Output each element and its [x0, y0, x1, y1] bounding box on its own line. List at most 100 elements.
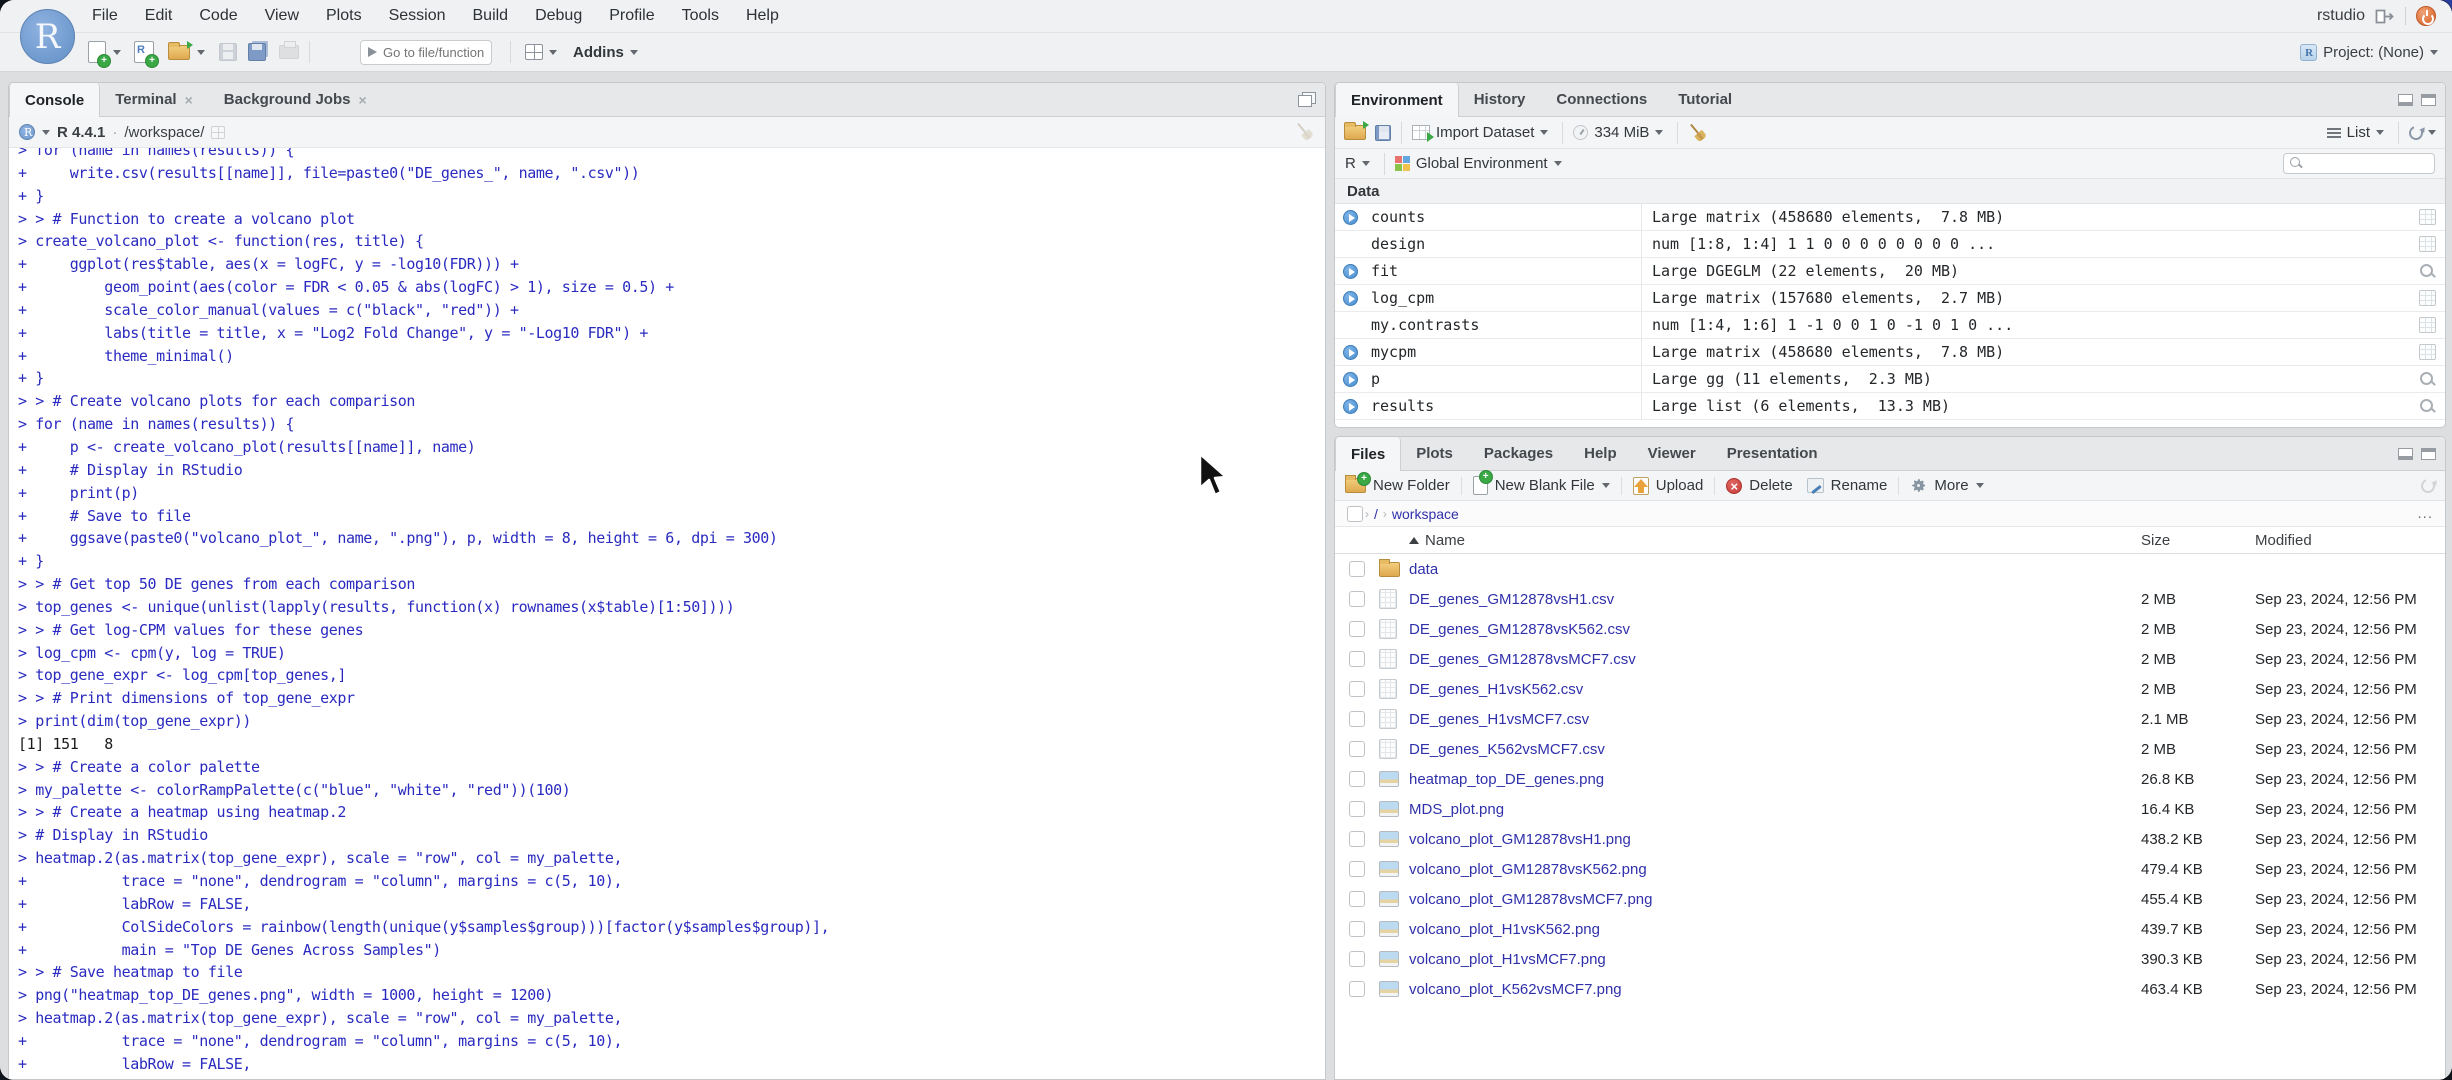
environment-pane-tab[interactable]: Tutorial: [1663, 83, 1748, 116]
file-checkbox[interactable]: [1349, 711, 1365, 727]
expand-object-icon[interactable]: [1342, 209, 1358, 225]
open-file-icon[interactable]: [168, 40, 193, 60]
new-blank-file-button[interactable]: New Blank File: [1472, 470, 1610, 495]
expand-object-icon[interactable]: [1342, 263, 1358, 279]
expand-object-icon[interactable]: [1342, 371, 1358, 387]
file-name-link[interactable]: volcano_plot_GM12878vsK562.png: [1409, 861, 2111, 878]
console-pane-tab[interactable]: Console ×: [9, 83, 101, 117]
view-table-icon[interactable]: [2418, 290, 2436, 306]
console-pane-tab[interactable]: Terminal ×: [100, 83, 209, 116]
menubar-item[interactable]: Debug: [535, 7, 582, 25]
maximize-pane-icon[interactable]: [2421, 93, 2436, 106]
tab-close-icon[interactable]: ×: [185, 93, 193, 107]
file-row[interactable]: data: [1335, 554, 2445, 584]
file-row[interactable]: volcano_plot_H1vsMCF7.png 390.3 KB Sep 2…: [1335, 944, 2445, 974]
console-pane-tab[interactable]: Background Jobs ×: [209, 83, 383, 116]
file-row[interactable]: DE_genes_GM12878vsH1.csv 2 MB Sep 23, 20…: [1335, 584, 2445, 614]
view-table-icon[interactable]: [2418, 344, 2436, 360]
inspect-object-icon[interactable]: [2419, 398, 2435, 414]
minimize-pane-icon[interactable]: [2398, 93, 2413, 106]
minimize-pane-icon[interactable]: [2398, 447, 2413, 460]
environment-pane-tab[interactable]: History: [1459, 83, 1542, 116]
file-name-link[interactable]: data: [1409, 561, 2111, 578]
pane-layout-icon[interactable]: [525, 44, 543, 60]
file-row[interactable]: MDS_plot.png 16.4 KB Sep 23, 2024, 12:56…: [1335, 794, 2445, 824]
menubar-item[interactable]: Code: [199, 7, 237, 25]
file-checkbox[interactable]: [1349, 681, 1365, 697]
file-row[interactable]: DE_genes_GM12878vsMCF7.csv 2 MB Sep 23, …: [1335, 644, 2445, 674]
environment-variable-row[interactable]: design num [1:8, 1:4] 1 1 0 0 0 0 0 0 0 …: [1335, 231, 2445, 258]
view-table-icon[interactable]: [2418, 209, 2436, 225]
maximize-pane-icon[interactable]: [1298, 92, 1316, 107]
file-checkbox[interactable]: [1349, 771, 1365, 787]
r-version-caret[interactable]: [42, 129, 50, 135]
addins-caret[interactable]: [629, 49, 638, 55]
file-name-link[interactable]: DE_genes_K562vsMCF7.csv: [1409, 741, 2111, 758]
environment-variable-row[interactable]: mycpm Large matrix (458680 elements, 7.8…: [1335, 339, 2445, 366]
menubar-item[interactable]: View: [265, 7, 299, 25]
file-row[interactable]: DE_genes_K562vsMCF7.csv 2 MB Sep 23, 202…: [1335, 734, 2445, 764]
file-row[interactable]: volcano_plot_H1vsK562.png 439.7 KB Sep 2…: [1335, 914, 2445, 944]
file-row[interactable]: heatmap_top_DE_genes.png 26.8 KB Sep 23,…: [1335, 764, 2445, 794]
new-file-dropdown-caret[interactable]: [113, 49, 121, 55]
variable-action-cell[interactable]: [2409, 209, 2445, 225]
project-selector[interactable]: Project: (None): [2300, 43, 2438, 61]
rename-button[interactable]: Rename: [1806, 477, 1887, 494]
inspect-object-icon[interactable]: [2419, 371, 2435, 387]
environment-variable-row[interactable]: my.contrasts num [1:4, 1:6] 1 -1 0 0 1 0…: [1335, 312, 2445, 339]
upload-button[interactable]: Upload: [1632, 476, 1703, 495]
file-name-link[interactable]: DE_genes_GM12878vsMCF7.csv: [1409, 651, 2111, 668]
file-checkbox[interactable]: [1349, 981, 1365, 997]
menubar-item[interactable]: Edit: [145, 7, 173, 25]
refresh-caret[interactable]: [2428, 130, 2436, 135]
refresh-environment-icon[interactable]: [2406, 123, 2426, 142]
menubar-item[interactable]: Tools: [682, 7, 719, 25]
language-selector[interactable]: R: [1345, 155, 1370, 172]
file-name-link[interactable]: volcano_plot_H1vsK562.png: [1409, 921, 2111, 938]
save-icon[interactable]: [219, 43, 237, 61]
file-checkbox[interactable]: [1349, 621, 1365, 637]
inspect-object-icon[interactable]: [2419, 263, 2435, 279]
file-name-link[interactable]: volcano_plot_GM12878vsH1.png: [1409, 831, 2111, 848]
more-button[interactable]: More: [1910, 477, 1984, 494]
menubar-item[interactable]: Profile: [609, 7, 654, 25]
file-row[interactable]: DE_genes_H1vsK562.csv 2 MB Sep 23, 2024,…: [1335, 674, 2445, 704]
file-checkbox[interactable]: [1349, 651, 1365, 667]
breadcrumb-more-button[interactable]: ...: [2417, 505, 2433, 522]
open-file-dropdown-caret[interactable]: [197, 49, 205, 55]
environment-pane-tab[interactable]: Connections: [1541, 83, 1663, 116]
file-checkbox[interactable]: [1349, 561, 1365, 577]
file-checkbox[interactable]: [1349, 801, 1365, 817]
file-checkbox[interactable]: [1349, 741, 1365, 757]
file-checkbox[interactable]: [1349, 861, 1365, 877]
view-table-icon[interactable]: [2418, 236, 2436, 252]
files-pane-tab[interactable]: Plots: [1401, 437, 1469, 470]
files-pane-tab[interactable]: Files: [1335, 437, 1402, 471]
file-name-link[interactable]: MDS_plot.png: [1409, 801, 2111, 818]
environment-scope-selector[interactable]: Global Environment: [1394, 155, 1562, 172]
maximize-pane-icon[interactable]: [2421, 447, 2436, 460]
view-mode-button[interactable]: List: [2326, 124, 2384, 141]
file-name-link[interactable]: DE_genes_H1vsMCF7.csv: [1409, 711, 2111, 728]
addins-button[interactable]: Addins: [573, 44, 624, 61]
sign-out-icon[interactable]: [2375, 9, 2395, 24]
goto-file-function-box[interactable]: [360, 39, 492, 65]
file-checkbox[interactable]: [1349, 891, 1365, 907]
save-workspace-icon[interactable]: [1375, 124, 1391, 141]
environment-variable-row[interactable]: p Large gg (11 elements, 2.3 MB): [1335, 366, 2445, 393]
file-row[interactable]: volcano_plot_GM12878vsK562.png 479.4 KB …: [1335, 854, 2445, 884]
file-name-link[interactable]: volcano_plot_H1vsMCF7.png: [1409, 951, 2111, 968]
delete-button[interactable]: Delete: [1726, 477, 1793, 494]
variable-action-cell[interactable]: [2409, 317, 2445, 333]
environment-variable-row[interactable]: counts Large matrix (458680 elements, 7.…: [1335, 204, 2445, 231]
environment-search-box[interactable]: [2283, 153, 2435, 174]
column-header-name[interactable]: Name: [1409, 532, 2111, 549]
variable-action-cell[interactable]: [2409, 263, 2445, 279]
console-output[interactable]: > for (name in names(results)) {+ write.…: [9, 148, 1325, 1079]
print-icon[interactable]: [279, 41, 299, 59]
pane-layout-caret[interactable]: [549, 49, 557, 55]
expand-object-icon[interactable]: [1342, 344, 1358, 360]
environment-variable-row[interactable]: log_cpm Large matrix (157680 elements, 2…: [1335, 285, 2445, 312]
file-row[interactable]: volcano_plot_GM12878vsMCF7.png 455.4 KB …: [1335, 884, 2445, 914]
file-name-link[interactable]: DE_genes_H1vsK562.csv: [1409, 681, 2111, 698]
